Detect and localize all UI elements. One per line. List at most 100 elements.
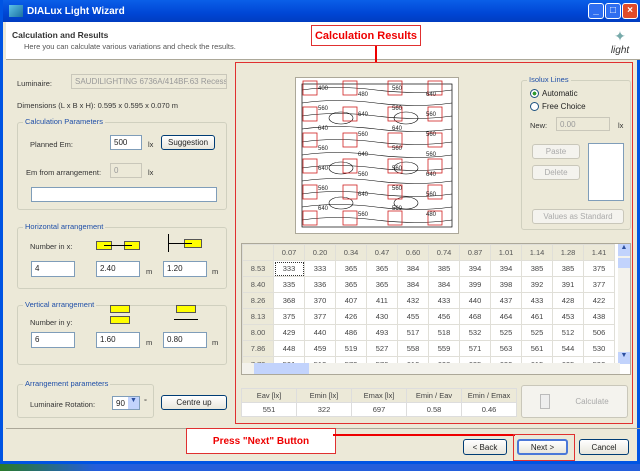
horizontal-scrollbar[interactable]	[242, 363, 620, 374]
table-cell[interactable]: 544	[552, 340, 584, 357]
table-cell[interactable]: 384	[397, 276, 429, 293]
table-cell[interactable]: 518	[428, 324, 460, 341]
isolux-values-list[interactable]	[588, 143, 624, 201]
free-choice-radio[interactable]: Free Choice	[530, 102, 586, 111]
table-cell[interactable]: 527	[366, 340, 398, 357]
table-cell[interactable]: 365	[366, 276, 398, 293]
spacing-y-input[interactable]: 1.60	[96, 332, 140, 348]
table-cell[interactable]: 394	[490, 260, 522, 277]
cancel-button[interactable]: Cancel	[579, 439, 629, 455]
planned-em-input[interactable]: 500	[110, 135, 142, 150]
table-cell[interactable]: 461	[521, 308, 553, 325]
table-cell[interactable]: 437	[490, 292, 522, 309]
table-cell[interactable]: 385	[521, 260, 553, 277]
table-cell[interactable]: 459	[304, 340, 336, 357]
table-cell[interactable]: 426	[335, 308, 367, 325]
table-cell[interactable]: 561	[521, 340, 553, 357]
close-button[interactable]: ×	[622, 3, 638, 19]
luminaire-mark	[302, 210, 318, 226]
maximize-button[interactable]: □	[605, 3, 621, 19]
table-cell[interactable]: 411	[366, 292, 398, 309]
table-cell[interactable]: 448	[273, 340, 305, 357]
minimize-button[interactable]: _	[588, 3, 604, 19]
table-cell[interactable]: 365	[366, 260, 398, 277]
paste-button[interactable]: Paste	[532, 144, 580, 159]
table-cell[interactable]: 440	[459, 292, 491, 309]
table-cell[interactable]: 407	[335, 292, 367, 309]
table-cell[interactable]: 453	[552, 308, 584, 325]
table-cell[interactable]: 432	[397, 292, 429, 309]
values-as-standard-button[interactable]: Values as Standard	[532, 209, 624, 224]
table-cell[interactable]: 571	[459, 340, 491, 357]
table-cell[interactable]: 375	[583, 260, 615, 277]
table-cell[interactable]: 384	[397, 260, 429, 277]
table-cell[interactable]: 377	[583, 276, 615, 293]
centre-up-button[interactable]: Centre up	[161, 395, 227, 410]
table-cell[interactable]: 392	[521, 276, 553, 293]
table-cell[interactable]: 438	[583, 308, 615, 325]
table-cell[interactable]: 385	[428, 260, 460, 277]
isolux-label: 640	[318, 206, 329, 212]
table-cell[interactable]: 430	[366, 308, 398, 325]
table-cell[interactable]: 384	[428, 276, 460, 293]
table-cell[interactable]: 422	[583, 292, 615, 309]
number-x-input[interactable]: 4	[31, 261, 75, 277]
table-cell[interactable]: 333	[273, 260, 305, 277]
chevron-down-icon[interactable]: ▼	[128, 397, 139, 409]
table-cell[interactable]: 558	[397, 340, 429, 357]
number-y-input[interactable]: 6	[31, 332, 75, 348]
table-cell[interactable]: 365	[335, 260, 367, 277]
table-cell[interactable]: 336	[304, 276, 336, 293]
page-title: Calculation and Results	[12, 30, 109, 40]
table-cell[interactable]: 525	[490, 324, 522, 341]
table-cell[interactable]: 368	[273, 292, 305, 309]
table-cell[interactable]: 525	[521, 324, 553, 341]
table-cell[interactable]: 486	[335, 324, 367, 341]
back-button[interactable]: < Back	[463, 439, 507, 455]
table-cell[interactable]: 468	[459, 308, 491, 325]
table-cell[interactable]: 563	[490, 340, 522, 357]
table-cell[interactable]: 385	[552, 260, 584, 277]
calculate-button[interactable]: Calculate	[521, 385, 628, 418]
suggestion-button[interactable]: Suggestion	[161, 135, 215, 150]
table-cell[interactable]: 428	[552, 292, 584, 309]
table-cell[interactable]: 433	[521, 292, 553, 309]
isolux-contour	[301, 217, 453, 223]
table-cell[interactable]: 433	[428, 292, 460, 309]
table-cell[interactable]: 559	[428, 340, 460, 357]
table-cell[interactable]: 455	[397, 308, 429, 325]
rotation-select[interactable]: 90 ▼	[112, 396, 140, 410]
table-cell[interactable]: 519	[335, 340, 367, 357]
number-x-label: Number in x:	[30, 242, 73, 251]
isolux-label: 560	[426, 132, 437, 138]
table-cell[interactable]: 377	[304, 308, 336, 325]
table-cell[interactable]: 333	[304, 260, 336, 277]
offset-y-input[interactable]: 0.80	[163, 332, 207, 348]
table-cell[interactable]: 464	[490, 308, 522, 325]
spacing-x-input[interactable]: 2.40	[96, 261, 140, 277]
table-cell[interactable]: 530	[583, 340, 615, 357]
table-cell[interactable]: 440	[304, 324, 336, 341]
table-cell[interactable]: 456	[428, 308, 460, 325]
table-cell[interactable]: 532	[459, 324, 491, 341]
table-cell[interactable]: 370	[304, 292, 336, 309]
automatic-radio[interactable]: Automatic	[530, 89, 578, 98]
table-cell[interactable]: 512	[552, 324, 584, 341]
table-cell[interactable]: 335	[273, 276, 305, 293]
table-cell[interactable]: 429	[273, 324, 305, 341]
table-cell[interactable]: 391	[552, 276, 584, 293]
vertical-scrollbar[interactable]: ▲ ▼	[618, 244, 630, 364]
table-cell[interactable]: 506	[583, 324, 615, 341]
table-cell[interactable]: 399	[459, 276, 491, 293]
offset-x-input[interactable]: 1.20	[163, 261, 207, 277]
summary-value: 0.58	[406, 402, 462, 417]
delete-button[interactable]: Delete	[532, 165, 580, 180]
table-cell[interactable]: 365	[335, 276, 367, 293]
illuminance-table[interactable]: 0.07 0.20 0.34 0.47 0.60 0.74 0.87 1.01 1.14 1.28…	[241, 243, 631, 375]
table-cell[interactable]: 398	[490, 276, 522, 293]
em-arrangement-label: Em from arrangement:	[26, 168, 102, 177]
table-cell[interactable]: 375	[273, 308, 305, 325]
table-cell[interactable]: 394	[459, 260, 491, 277]
table-cell[interactable]: 493	[366, 324, 398, 341]
table-cell[interactable]: 517	[397, 324, 429, 341]
